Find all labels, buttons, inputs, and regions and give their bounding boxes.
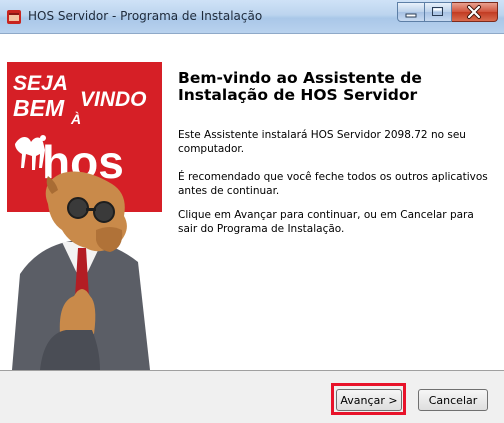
banner-text-seja: SEJA: [13, 72, 68, 95]
banner-text-vindo: VINDO: [80, 88, 147, 111]
intro-paragraph: Este Assistente instalará HOS Servidor 2…: [178, 129, 466, 155]
welcome-content: Bem-vindo ao Assistente de Instalação de…: [164, 34, 504, 370]
welcome-banner: SEJA BEM VINDO À hos: [0, 34, 164, 370]
close-icon: [467, 5, 481, 19]
banner-text-a: À: [70, 111, 81, 127]
maximize-button[interactable]: [425, 2, 452, 22]
window-title: HOS Servidor - Programa de Instalação: [28, 9, 263, 23]
welcome-heading: Bem-vindo ao Assistente de Instalação de…: [178, 69, 422, 104]
instructions-paragraph: Clique em Avançar para continuar, ou em …: [178, 209, 474, 235]
next-button[interactable]: Avançar >: [336, 389, 402, 411]
title-bar[interactable]: HOS Servidor - Programa de Instalação: [0, 0, 504, 34]
installer-app-icon: [7, 10, 21, 24]
minimize-icon: [405, 13, 417, 18]
maximize-icon: [432, 7, 443, 16]
close-button[interactable]: [452, 2, 498, 22]
banner-text-bem: BEM: [13, 95, 65, 121]
banner-artwork: SEJA BEM VINDO À hos: [7, 62, 162, 370]
button-bar: Avançar > Cancelar: [0, 370, 504, 423]
cancel-button[interactable]: Cancelar: [418, 389, 488, 411]
installer-window: HOS Servidor - Programa de Instalação SE: [0, 0, 504, 423]
recommendation-paragraph: É recomendado que você feche todos os ou…: [178, 171, 488, 197]
minimize-button[interactable]: [397, 2, 425, 22]
